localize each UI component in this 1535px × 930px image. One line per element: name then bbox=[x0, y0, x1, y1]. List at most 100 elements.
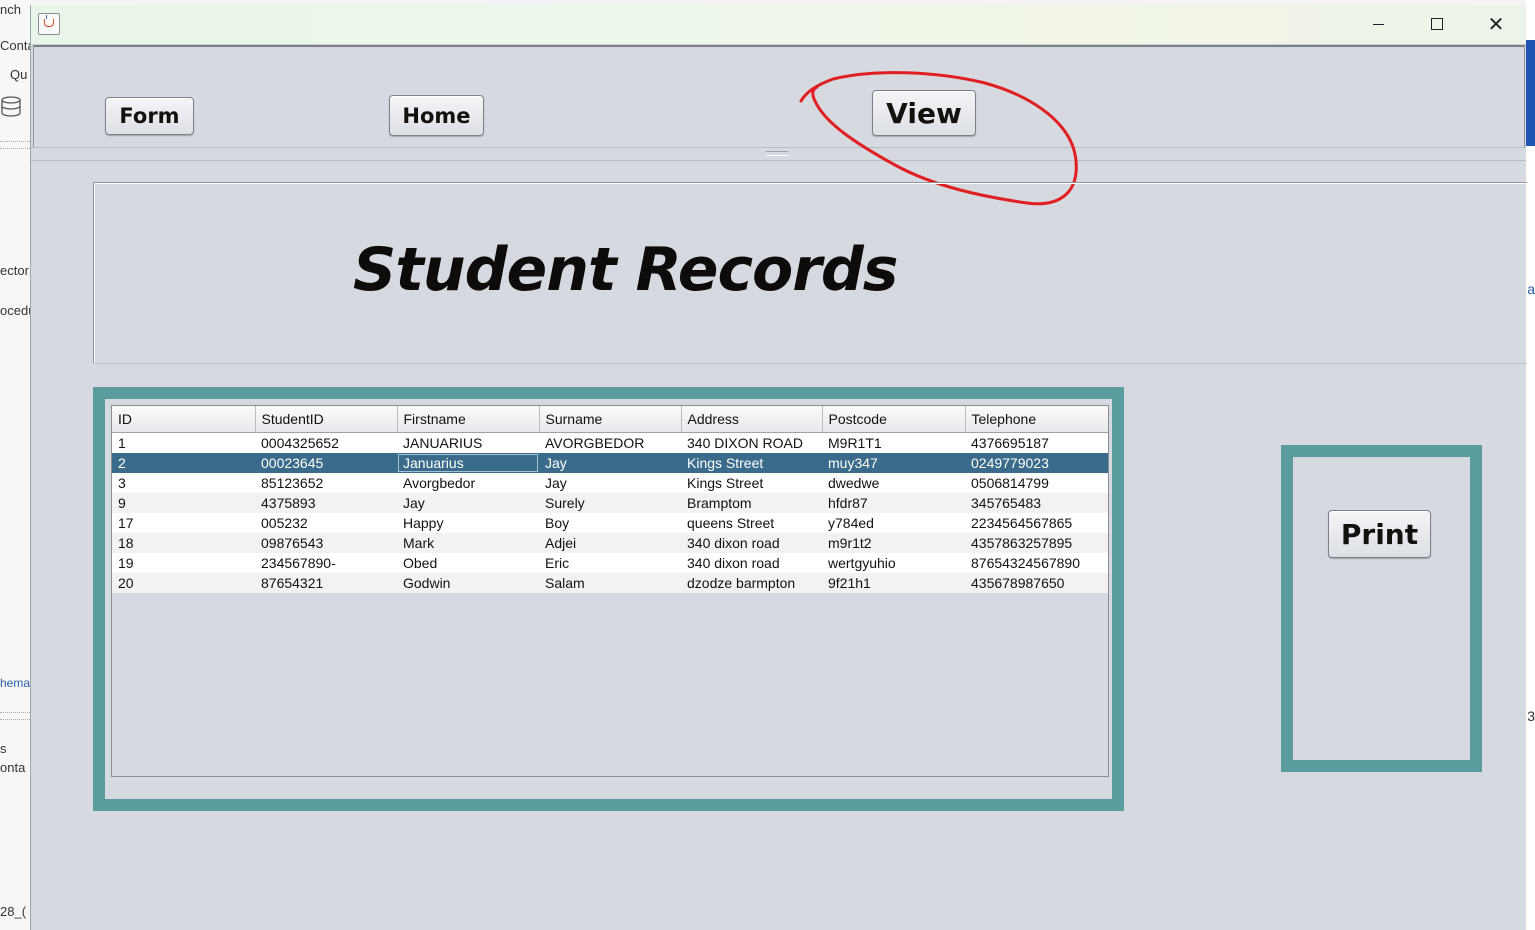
cell-postcode[interactable]: muy347 bbox=[822, 453, 965, 473]
cell-address[interactable]: 340 DIXON ROAD bbox=[681, 432, 822, 453]
background-text: 3 bbox=[1527, 708, 1535, 724]
cell-address[interactable]: 340 dixon road bbox=[681, 533, 822, 553]
form-button[interactable]: Form bbox=[105, 97, 194, 135]
divider-grip[interactable] bbox=[766, 151, 788, 156]
cell-studentid[interactable]: 00023645 bbox=[255, 453, 397, 473]
background-divider bbox=[0, 712, 30, 720]
cell-studentid[interactable]: 4375893 bbox=[255, 493, 397, 513]
minimize-icon bbox=[1372, 23, 1384, 25]
cell-id[interactable]: 3 bbox=[112, 473, 255, 493]
cell-address[interactable]: Bramptom bbox=[681, 493, 822, 513]
table-row[interactable]: 19 234567890- Obed Eric 340 dixon road w… bbox=[112, 553, 1108, 573]
cell-surname[interactable]: Jay bbox=[539, 453, 681, 473]
java-app-icon bbox=[38, 13, 60, 35]
database-icon bbox=[1, 96, 21, 117]
cell-firstname[interactable]: JANUARIUS bbox=[397, 432, 539, 453]
minimize-button[interactable] bbox=[1349, 5, 1407, 43]
maximize-button[interactable] bbox=[1408, 5, 1466, 43]
cell-address[interactable]: 340 dixon road bbox=[681, 553, 822, 573]
cell-telephone[interactable]: 2234564567865 bbox=[965, 513, 1108, 533]
cell-postcode[interactable]: wertgyuhio bbox=[822, 553, 965, 573]
column-header-id[interactable]: ID bbox=[112, 406, 256, 433]
cell-postcode[interactable]: hfdr87 bbox=[822, 493, 965, 513]
cell-studentid[interactable]: 85123652 bbox=[255, 473, 397, 493]
cell-postcode[interactable]: dwedwe bbox=[822, 473, 965, 493]
title-bar[interactable]: ✕ bbox=[31, 5, 1526, 45]
column-header-telephone[interactable]: Telephone bbox=[965, 406, 1108, 433]
home-button[interactable]: Home bbox=[389, 95, 484, 136]
records-table-scrollpane[interactable]: ID StudentID Firstname Surname Address P… bbox=[111, 405, 1109, 777]
cell-telephone[interactable]: 87654324567890 bbox=[965, 553, 1108, 573]
cell-surname[interactable]: Salam bbox=[539, 573, 681, 593]
split-pane-divider[interactable] bbox=[31, 147, 1526, 161]
table-row[interactable]: 20 87654321 Godwin Salam dzodze barmpton… bbox=[112, 573, 1108, 593]
cell-id[interactable]: 1 bbox=[112, 432, 255, 453]
cell-firstname[interactable]: Mark bbox=[397, 533, 539, 553]
cell-surname[interactable]: AVORGBEDOR bbox=[539, 432, 681, 453]
view-button[interactable]: View bbox=[872, 90, 976, 136]
table-row[interactable]: 18 09876543 Mark Adjei 340 dixon road m9… bbox=[112, 533, 1108, 553]
background-app-panel: nch Conta Qu ector ocedu hema s onta 28_… bbox=[0, 0, 30, 930]
background-link: hema bbox=[0, 676, 30, 690]
cell-surname[interactable]: Adjei bbox=[539, 533, 681, 553]
print-button[interactable]: Print bbox=[1328, 510, 1431, 558]
cell-firstname[interactable]: Happy bbox=[397, 513, 539, 533]
cell-firstname[interactable]: Godwin bbox=[397, 573, 539, 593]
cell-telephone[interactable]: 0249779023 bbox=[965, 453, 1108, 473]
cell-surname[interactable]: Eric bbox=[539, 553, 681, 573]
cell-address[interactable]: dzodze barmpton bbox=[681, 573, 822, 593]
cell-postcode[interactable]: y784ed bbox=[822, 513, 965, 533]
cell-studentid[interactable]: 234567890- bbox=[255, 553, 397, 573]
table-row[interactable]: 3 85123652 Avorgbedor Jay Kings Street d… bbox=[112, 473, 1108, 493]
cell-telephone[interactable]: 4376695187 bbox=[965, 432, 1108, 453]
cell-studentid[interactable]: 87654321 bbox=[255, 573, 397, 593]
cell-id[interactable]: 9 bbox=[112, 493, 255, 513]
background-app-panel-right: a 3 bbox=[1525, 0, 1535, 930]
cell-surname[interactable]: Boy bbox=[539, 513, 681, 533]
table-row[interactable]: 1 0004325652 JANUARIUS AVORGBEDOR 340 DI… bbox=[112, 432, 1108, 453]
cell-telephone[interactable]: 435678987650 bbox=[965, 573, 1108, 593]
cell-studentid[interactable]: 005232 bbox=[255, 513, 397, 533]
maximize-icon bbox=[1431, 18, 1443, 30]
records-table-panel: ID StudentID Firstname Surname Address P… bbox=[93, 387, 1124, 811]
background-accent bbox=[1525, 40, 1535, 146]
records-table[interactable]: ID StudentID Firstname Surname Address P… bbox=[112, 406, 1108, 593]
column-header-studentid[interactable]: StudentID bbox=[255, 406, 398, 433]
cell-telephone[interactable]: 0506814799 bbox=[965, 473, 1108, 493]
column-header-surname[interactable]: Surname bbox=[539, 406, 682, 433]
cell-id[interactable]: 20 bbox=[112, 573, 255, 593]
table-header-row: ID StudentID Firstname Surname Address P… bbox=[112, 406, 1108, 433]
table-row-selected[interactable]: 2 00023645 Januarius Jay Kings Street mu… bbox=[112, 453, 1108, 473]
close-button[interactable]: ✕ bbox=[1467, 5, 1525, 43]
column-header-firstname[interactable]: Firstname bbox=[397, 406, 540, 433]
background-text: nch bbox=[0, 2, 21, 17]
background-text: 28_( bbox=[0, 904, 27, 919]
cell-surname[interactable]: Jay bbox=[539, 473, 681, 493]
close-icon: ✕ bbox=[1487, 12, 1505, 36]
cell-address[interactable]: Kings Street bbox=[681, 473, 822, 493]
cell-id[interactable]: 19 bbox=[112, 553, 255, 573]
cell-postcode[interactable]: 9f21h1 bbox=[822, 573, 965, 593]
cell-address[interactable]: Kings Street bbox=[681, 453, 822, 473]
cell-postcode[interactable]: M9R1T1 bbox=[822, 432, 965, 453]
cell-studentid[interactable]: 0004325652 bbox=[255, 432, 397, 453]
cell-address[interactable]: queens Street bbox=[681, 513, 822, 533]
table-row[interactable]: 17 005232 Happy Boy queens Street y784ed… bbox=[112, 513, 1108, 533]
cell-telephone[interactable]: 345765483 bbox=[965, 493, 1108, 513]
cell-firstname-focused[interactable]: Januarius bbox=[397, 453, 539, 473]
background-text: Conta bbox=[0, 38, 30, 53]
cell-postcode[interactable]: m9r1t2 bbox=[822, 533, 965, 553]
table-row[interactable]: 9 4375893 Jay Surely Bramptom hfdr87 345… bbox=[112, 493, 1108, 513]
cell-id[interactable]: 17 bbox=[112, 513, 255, 533]
cell-telephone[interactable]: 4357863257895 bbox=[965, 533, 1108, 553]
cell-id[interactable]: 18 bbox=[112, 533, 255, 553]
cell-firstname[interactable]: Avorgbedor bbox=[397, 473, 539, 493]
background-text: s bbox=[0, 741, 7, 756]
cell-id[interactable]: 2 bbox=[112, 453, 255, 473]
cell-studentid[interactable]: 09876543 bbox=[255, 533, 397, 553]
column-header-address[interactable]: Address bbox=[681, 406, 823, 433]
column-header-postcode[interactable]: Postcode bbox=[822, 406, 966, 433]
cell-firstname[interactable]: Jay bbox=[397, 493, 539, 513]
cell-firstname[interactable]: Obed bbox=[397, 553, 539, 573]
cell-surname[interactable]: Surely bbox=[539, 493, 681, 513]
